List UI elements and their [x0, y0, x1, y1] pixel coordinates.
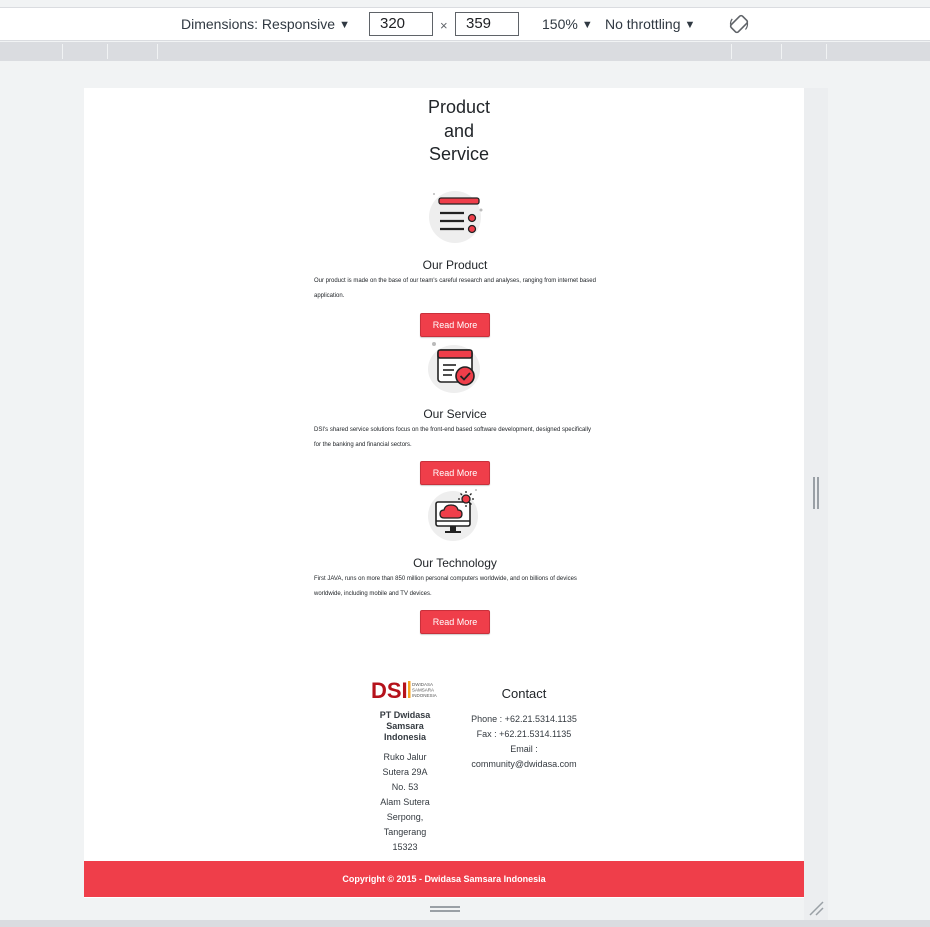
- verified-document-icon: [428, 342, 480, 393]
- address-line: No. 53: [391, 782, 419, 792]
- ruler-segment[interactable]: [731, 44, 732, 59]
- ruler-segment[interactable]: [62, 44, 63, 59]
- chevron-down-icon: ▼: [684, 19, 696, 31]
- contact-email-label: Email :: [510, 744, 538, 754]
- dimensions-dropdown[interactable]: Dimensions: Responsive ▼: [181, 16, 350, 32]
- throttling-label: No throttling: [605, 16, 681, 32]
- contact-heading: Contact: [501, 686, 547, 701]
- contact-phone: Phone : +62.21.5314.1135: [471, 714, 577, 724]
- read-more-button[interactable]: Read More: [420, 610, 490, 634]
- service-description: Our product is made on the base of our t…: [314, 278, 596, 299]
- company-line: PT Dwidasa: [379, 710, 431, 720]
- ruler-segment[interactable]: [157, 44, 158, 59]
- logo-bar: [408, 681, 411, 698]
- address-line: Alam Sutera: [380, 797, 430, 807]
- address-line: Serpong,: [386, 812, 424, 822]
- contact-details: Phone : +62.21.5314.1135 Fax : +62.21.53…: [454, 712, 594, 772]
- height-input[interactable]: 359: [455, 12, 519, 36]
- contact-fax: Fax : +62.21.5314.1135: [476, 729, 572, 739]
- company-logo[interactable]: DSI DWIDASA SAMSARA INDONESIA: [371, 678, 439, 700]
- emulated-page: Product and Service Our Product Our prod…: [84, 88, 804, 898]
- ruler-segment[interactable]: [781, 44, 782, 59]
- service-description: First JAVA, runs on more than 850 millio…: [314, 576, 577, 597]
- zoom-label: 150%: [542, 16, 578, 32]
- company-line: Indonesia: [383, 732, 426, 742]
- ruler-segment[interactable]: [826, 44, 827, 59]
- logo-subtext: INDONESIA: [412, 693, 437, 698]
- resize-handle-right[interactable]: [813, 477, 819, 509]
- times-label: ×: [440, 18, 448, 33]
- copyright-bar: Copyright © 2015 - Dwidasa Samsara Indon…: [84, 861, 804, 897]
- rotate-icon[interactable]: [729, 14, 749, 34]
- company-line: Samsara: [386, 721, 424, 731]
- title-line: and: [443, 120, 475, 141]
- logo-subtext: DWIDASA: [412, 682, 433, 687]
- resize-corner-icon[interactable]: [808, 900, 824, 916]
- width-input[interactable]: 320: [369, 12, 433, 36]
- resize-handle-bottom[interactable]: [430, 906, 460, 912]
- service-title: Our Service: [423, 407, 487, 421]
- company-address: Ruko Jalur Sutera 29A No. 53 Alam Sutera…: [372, 750, 438, 855]
- logo-subtext: SAMSARA: [412, 688, 434, 693]
- read-more-button[interactable]: Read More: [420, 313, 490, 337]
- page-title: Product and Service: [414, 96, 504, 167]
- document-list-icon: [429, 191, 483, 243]
- read-more-button[interactable]: Read More: [420, 461, 490, 485]
- address-line: Sutera 29A: [382, 767, 428, 777]
- dimensions-label: Dimensions: Responsive: [181, 16, 336, 32]
- cloud-monitor-icon: [428, 489, 478, 541]
- service-description: DSI's shared service solutions focus on …: [314, 427, 591, 448]
- address-line: Tangerang: [383, 827, 427, 837]
- contact-email-link[interactable]: community@dwidasa.com: [454, 757, 594, 772]
- logo-text: DSI: [371, 678, 408, 700]
- device-toolbar: Dimensions: Responsive ▼ 320 × 359 150% ▼ …: [0, 7, 930, 41]
- ruler-segment[interactable]: [107, 44, 108, 59]
- address-line: Ruko Jalur: [383, 752, 427, 762]
- address-line: 15323: [392, 842, 418, 852]
- company-name: PT Dwidasa Samsara Indonesia: [374, 710, 436, 743]
- service-title: Our Technology: [413, 556, 497, 570]
- title-line: Service: [428, 144, 490, 164]
- service-title: Our Product: [422, 258, 488, 272]
- devtools-bottom-bar: [0, 920, 930, 927]
- title-line: Product: [427, 97, 491, 117]
- chevron-down-icon: ▼: [581, 19, 593, 31]
- zoom-dropdown[interactable]: 150% ▼: [542, 16, 593, 32]
- throttling-dropdown[interactable]: No throttling ▼: [605, 16, 695, 32]
- chevron-down-icon: ▼: [339, 19, 350, 31]
- media-query-ruler: [0, 42, 930, 61]
